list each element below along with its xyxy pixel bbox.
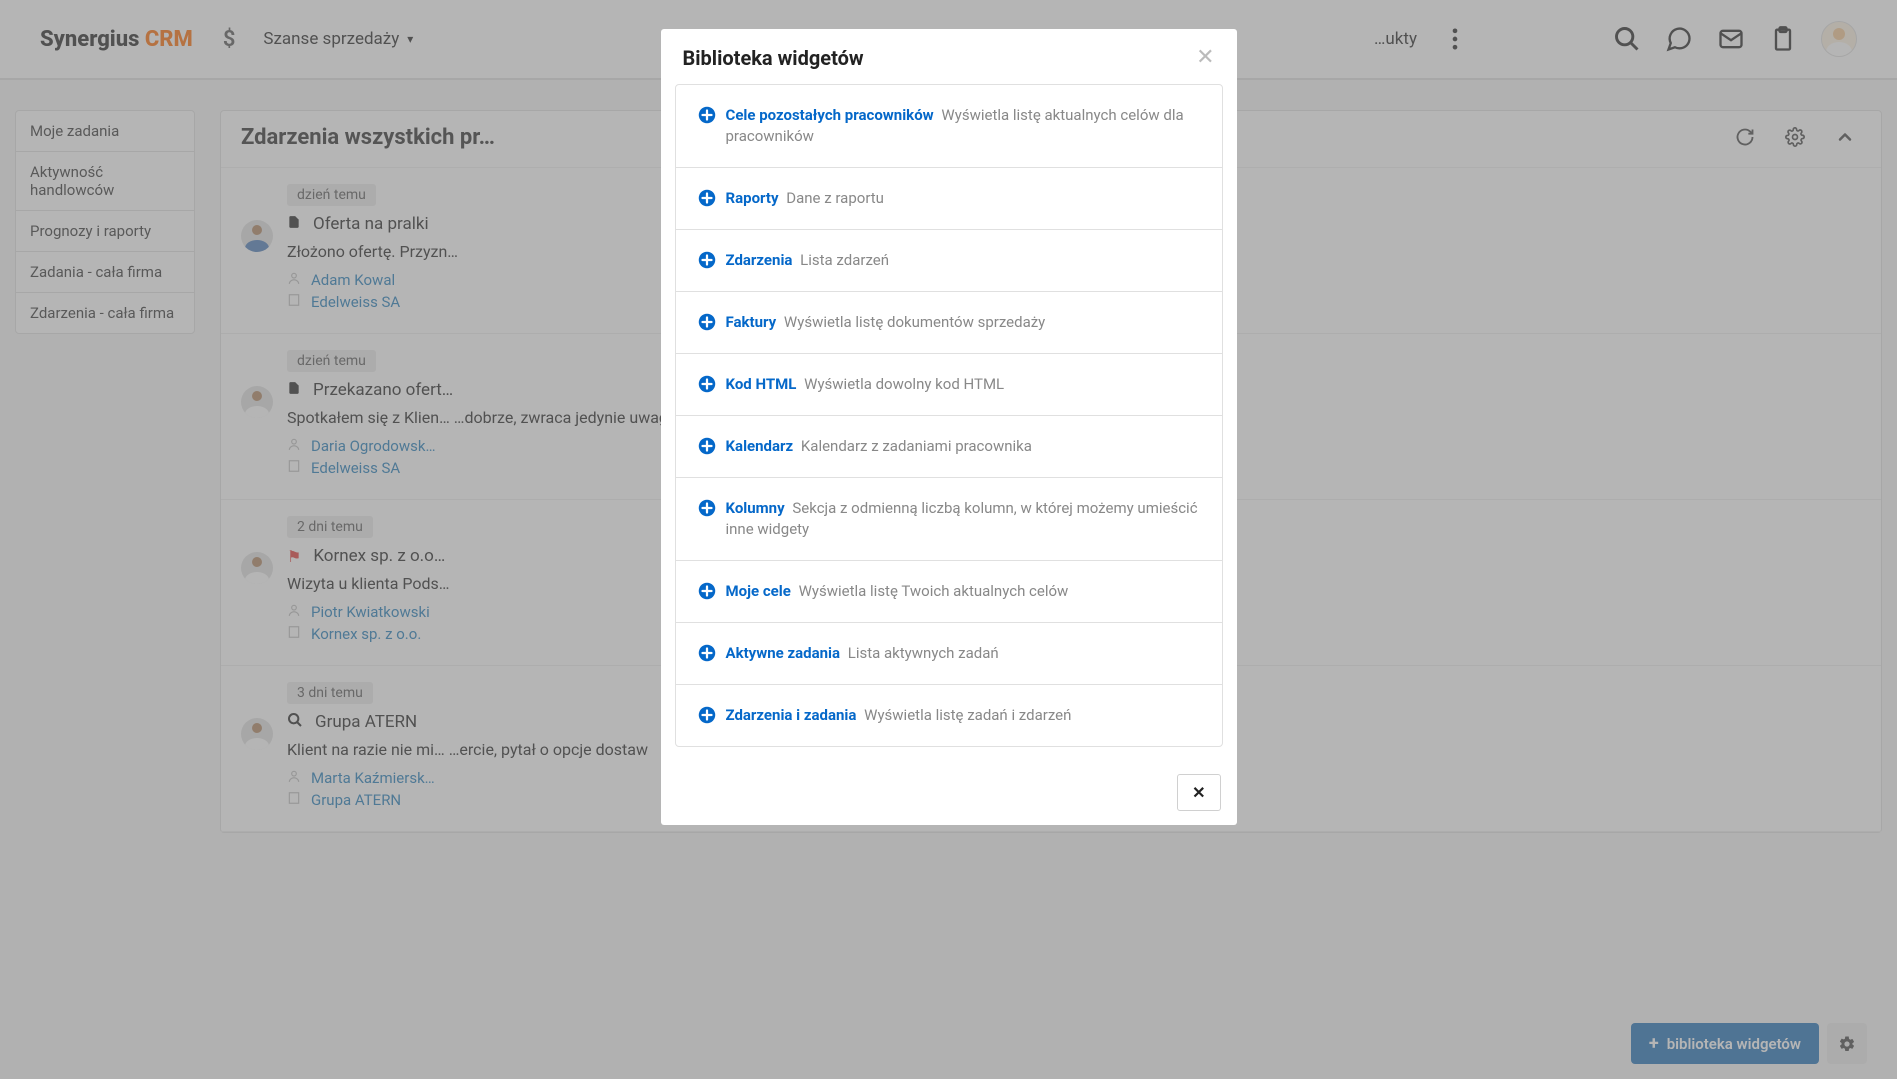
widget-item-name: Aktywne zadania: [726, 644, 841, 662]
widget-item-desc: Wyświetla listę zadań i zdarzeń: [864, 706, 1071, 724]
widget-item-desc: Dane z raportu: [786, 189, 884, 207]
widget-library-item[interactable]: Zdarzenia Lista zdarzeń: [675, 229, 1223, 292]
widget-library-item[interactable]: Faktury Wyświetla listę dokumentów sprze…: [675, 291, 1223, 354]
modal-overlay[interactable]: Biblioteka widgetów ✕ Cele pozostałych p…: [0, 0, 1897, 1079]
plus-circle-icon: [698, 189, 716, 207]
close-icon[interactable]: ✕: [1196, 45, 1214, 70]
widget-item-name: Kod HTML: [726, 375, 797, 393]
widget-item-desc: Wyświetla listę Twoich aktualnych celów: [799, 582, 1069, 600]
plus-circle-icon: [698, 375, 716, 393]
widget-item-desc: Wyświetla listę dokumentów sprzedaży: [784, 313, 1045, 331]
widget-library-item[interactable]: Aktywne zadania Lista aktywnych zadań: [675, 622, 1223, 685]
widget-item-name: Kalendarz: [726, 437, 794, 455]
widget-item-name: Faktury: [726, 313, 777, 331]
widget-item-desc: Sekcja z odmienną liczbą kolumn, w które…: [726, 499, 1198, 538]
widget-library-item[interactable]: Kod HTML Wyświetla dowolny kod HTML: [675, 353, 1223, 416]
widget-item-name: Kolumny: [726, 499, 785, 517]
widget-item-desc: Lista aktywnych zadań: [848, 644, 999, 662]
plus-circle-icon: [698, 437, 716, 455]
plus-circle-icon: [698, 313, 716, 331]
modal-title: Biblioteka widgetów: [683, 46, 1197, 70]
widget-library-modal: Biblioteka widgetów ✕ Cele pozostałych p…: [661, 29, 1237, 825]
plus-circle-icon: [698, 644, 716, 662]
plus-circle-icon: [698, 499, 716, 517]
widget-item-desc: Kalendarz z zadaniami pracownika: [801, 437, 1032, 455]
widget-library-item[interactable]: Kalendarz Kalendarz z zadaniami pracowni…: [675, 415, 1223, 478]
plus-circle-icon: [698, 582, 716, 600]
widget-item-desc: Wyświetla dowolny kod HTML: [804, 375, 1004, 393]
close-button[interactable]: ✕: [1177, 774, 1220, 811]
widget-item-name: Zdarzenia i zadania: [726, 706, 857, 724]
widget-item-name: Raporty: [726, 189, 779, 207]
widget-item-desc: Lista zdarzeń: [800, 251, 889, 269]
widget-library-item[interactable]: Zdarzenia i zadania Wyświetla listę zada…: [675, 684, 1223, 747]
widget-item-name: Cele pozostałych pracowników: [726, 106, 934, 124]
widget-item-name: Moje cele: [726, 582, 791, 600]
plus-circle-icon: [698, 106, 716, 124]
plus-circle-icon: [698, 706, 716, 724]
plus-circle-icon: [698, 251, 716, 269]
widget-library-item[interactable]: Cele pozostałych pracowników Wyświetla l…: [675, 84, 1223, 168]
widget-item-name: Zdarzenia: [726, 251, 793, 269]
widget-library-item[interactable]: Kolumny Sekcja z odmienną liczbą kolumn,…: [675, 477, 1223, 561]
widget-library-item[interactable]: Moje cele Wyświetla listę Twoich aktualn…: [675, 560, 1223, 623]
widget-library-item[interactable]: Raporty Dane z raportu: [675, 167, 1223, 230]
